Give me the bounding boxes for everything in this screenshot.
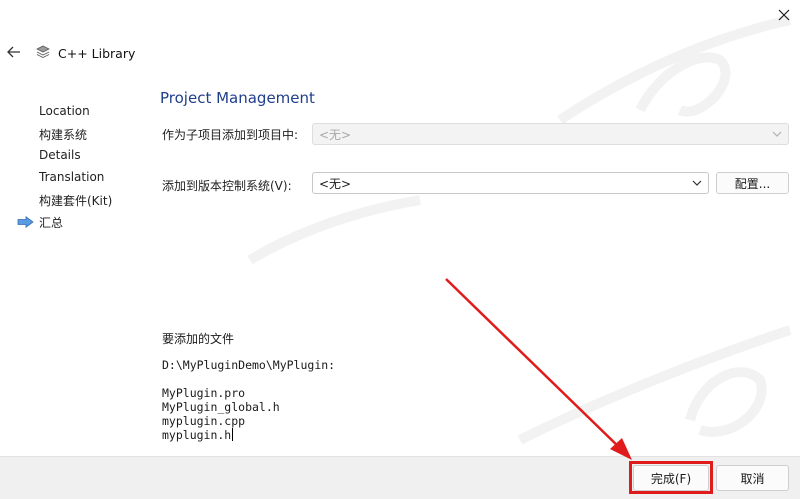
- file-item: myplugin.cpp: [162, 414, 246, 428]
- close-icon: [778, 9, 790, 21]
- files-directory: D:\MyPluginDemo\MyPlugin:: [162, 358, 336, 372]
- back-button[interactable]: [4, 42, 24, 62]
- chevron-down-icon: [692, 180, 702, 186]
- cancel-button[interactable]: 取消: [716, 465, 789, 491]
- file-item: MyPlugin_global.h: [162, 400, 280, 414]
- step-location: Location: [39, 104, 90, 118]
- back-arrow-icon: [7, 46, 20, 58]
- configure-button[interactable]: 配置...: [716, 172, 789, 194]
- file-item: myplugin.h: [162, 428, 232, 442]
- subproject-label: 作为子项目添加到项目中:: [162, 128, 299, 142]
- vcs-select[interactable]: <无>: [312, 172, 709, 194]
- wizard-title: C++ Library: [58, 46, 136, 61]
- file-item: MyPlugin.pro: [162, 386, 246, 400]
- file-item-last: myplugin.h: [162, 428, 234, 442]
- layers-icon: [36, 45, 50, 59]
- chevron-down-icon: [772, 131, 782, 137]
- vcs-select-value: <无>: [319, 176, 352, 191]
- page-title: Project Management: [160, 89, 315, 107]
- subproject-select-value: <无>: [319, 127, 352, 142]
- subproject-select: <无>: [312, 123, 789, 145]
- vcs-label: 添加到版本控制系统(V):: [162, 179, 292, 193]
- step-kit: 构建套件(Kit): [39, 194, 113, 208]
- watermark: [247, 15, 792, 445]
- step-details: Details: [39, 148, 81, 162]
- current-step-arrow-icon: [17, 216, 34, 228]
- files-header: 要添加的文件: [162, 332, 235, 346]
- step-summary: 汇总: [39, 216, 64, 230]
- finish-highlight-box: [629, 461, 713, 494]
- close-button[interactable]: [770, 2, 798, 28]
- annotation-arrow: [445, 278, 632, 460]
- text-caret: [232, 428, 234, 441]
- step-translation: Translation: [39, 170, 105, 184]
- step-build-system: 构建系统: [39, 128, 88, 142]
